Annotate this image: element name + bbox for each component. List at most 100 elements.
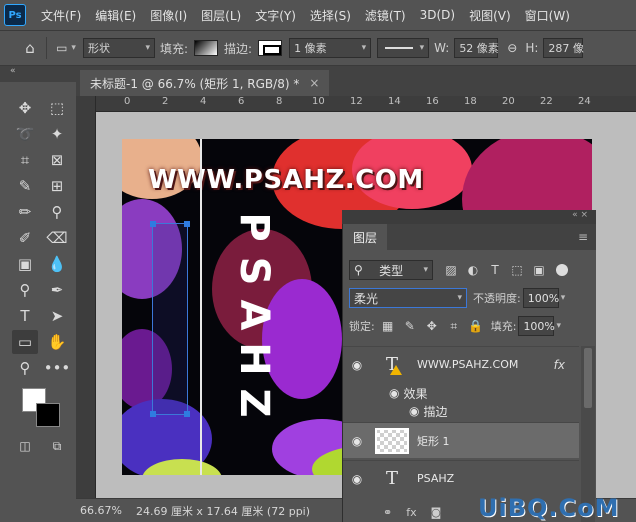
layer-row[interactable]: ◉ T PSAHZ	[343, 460, 579, 496]
lock-transparent-icon[interactable]: ▦	[380, 318, 396, 334]
filter-pixel-icon[interactable]: ▨	[443, 262, 459, 278]
selected-rectangle-shape[interactable]	[150, 221, 190, 417]
fill-dropdown-icon[interactable]: ▾	[556, 321, 561, 331]
document-tab[interactable]: 未标题-1 @ 66.7% (矩形 1, RGB/8) * ×	[80, 70, 330, 96]
type-tool-icon[interactable]: T	[12, 304, 38, 328]
path-select-tool-icon[interactable]: ➤	[44, 304, 70, 328]
panel-collapse[interactable]: « ×	[342, 210, 596, 224]
hand-tool-icon[interactable]: ✋	[44, 330, 70, 354]
zoom-level[interactable]: 66.67%	[80, 504, 122, 517]
ruler-tick: 20	[502, 96, 515, 107]
layer-filter-select[interactable]: ⚲ 类型 ▾	[349, 260, 433, 280]
visibility-eye-icon[interactable]: ◉	[343, 434, 371, 448]
layers-panel: 图层 ≡ ⚲ 类型 ▾ ▨ ◐ T ⬚ ▣ 柔光 ▾ 不透明度: 100% ▾ 锁定:…	[342, 224, 596, 522]
add-layer-style-icon[interactable]: fx	[406, 506, 416, 519]
move-tool-icon[interactable]: ✥	[12, 96, 38, 120]
menu-3d[interactable]: 3D(D)	[413, 8, 462, 22]
dodge-tool-icon[interactable]: ⚲	[12, 278, 38, 302]
filter-type-icon[interactable]: T	[487, 262, 503, 278]
zoom-tool-icon[interactable]: ⚲	[12, 356, 38, 380]
stroke-label: 描边:	[224, 41, 253, 56]
magic-wand-tool-icon[interactable]: ✦	[44, 122, 70, 146]
opacity-field[interactable]: 100%	[522, 288, 559, 308]
link-dimensions-icon[interactable]: ⊖	[504, 40, 520, 56]
blend-mode-select[interactable]: 柔光 ▾	[349, 288, 467, 308]
opacity-dropdown-icon[interactable]: ▾	[561, 293, 566, 303]
filter-toggle-icon[interactable]	[556, 264, 568, 276]
home-icon[interactable]: ⌂	[22, 39, 38, 57]
menu-window[interactable]: 窗口(W)	[518, 7, 577, 24]
history-brush-tool-icon[interactable]: ✐	[12, 226, 38, 250]
menu-image[interactable]: 图像(I)	[143, 7, 194, 24]
menu-view[interactable]: 视图(V)	[462, 7, 518, 24]
effects-label: 效果	[403, 386, 428, 401]
effects-row[interactable]: ◉ 效果	[389, 384, 428, 402]
lock-all-icon[interactable]: 🔒	[468, 318, 484, 334]
stroke-width-select[interactable]: 1 像素 ▾	[289, 38, 372, 58]
object-select-tool-icon[interactable]: ⊞	[44, 174, 70, 198]
layers-panel-tabbar: 图层 ≡	[343, 224, 596, 250]
stroke-line-sample	[385, 47, 413, 49]
panel-menu-icon[interactable]: ≡	[578, 230, 596, 250]
filter-adjustment-icon[interactable]: ◐	[465, 262, 481, 278]
menu-type[interactable]: 文字(Y)	[248, 7, 303, 24]
document-tab-title: 未标题-1 @ 66.7% (矩形 1, RGB/8) *	[90, 76, 300, 91]
visibility-eye-icon[interactable]: ◉	[343, 472, 371, 486]
menu-select[interactable]: 选择(S)	[303, 7, 358, 24]
stroke-type-select[interactable]: ▾	[377, 38, 430, 58]
layer-name: WWW.PSAHZ.COM	[417, 358, 519, 371]
fill-swatch[interactable]	[194, 40, 219, 56]
effects-eye-icon[interactable]: ◉	[389, 386, 399, 400]
menu-filter[interactable]: 滤镜(T)	[358, 7, 413, 24]
transform-handle[interactable]	[184, 411, 190, 417]
marquee-tool-icon[interactable]: ⬚	[44, 96, 70, 120]
lasso-tool-icon[interactable]: ➰	[12, 122, 38, 146]
fill-opacity-field[interactable]: 100%	[518, 316, 555, 336]
toolbar-collapse[interactable]: «	[0, 66, 76, 82]
lock-image-icon[interactable]: ✎	[402, 318, 418, 334]
pen-tool-icon[interactable]: ✒	[44, 278, 70, 302]
layer-row[interactable]: ◉ T WWW.PSAHZ.COM fx	[343, 346, 579, 382]
stroke-effect-row[interactable]: ◉ 描边	[409, 402, 448, 420]
height-field[interactable]: 287 像	[543, 38, 584, 58]
add-mask-icon[interactable]: ◙	[431, 506, 442, 519]
transform-handle[interactable]	[150, 221, 156, 227]
stroke-effect-eye-icon[interactable]: ◉	[409, 404, 419, 418]
quick-mask-icon[interactable]: ◫	[12, 434, 38, 458]
eraser-tool-icon[interactable]: ⌫	[44, 226, 70, 250]
lock-position-icon[interactable]: ✥	[424, 318, 440, 334]
lock-artboard-icon[interactable]: ⌗	[446, 318, 462, 334]
width-field[interactable]: 52 像素	[454, 38, 499, 58]
frame-tool-icon[interactable]: ⊠	[44, 148, 70, 172]
stamp-tool-icon[interactable]: ⚲	[44, 200, 70, 224]
gradient-tool-icon[interactable]: ▣	[12, 252, 38, 276]
layer-effects-icon[interactable]: fx	[554, 358, 565, 372]
transform-handle[interactable]	[150, 411, 156, 417]
screen-mode-icon[interactable]: ⧉	[44, 434, 70, 458]
tool-mode-select[interactable]: 形状 ▾	[83, 38, 155, 58]
stroke-swatch[interactable]	[258, 40, 283, 56]
filter-smart-object-icon[interactable]: ▣	[531, 262, 547, 278]
menu-edit[interactable]: 编辑(E)	[88, 7, 143, 24]
close-tab-icon[interactable]: ×	[309, 76, 319, 90]
blur-tool-icon[interactable]: 💧	[44, 252, 70, 276]
transform-handle[interactable]	[184, 221, 190, 227]
rectangle-tool-icon[interactable]: ▭	[12, 330, 38, 354]
ruler-tick: 22	[540, 96, 553, 107]
shape-tool-preset-icon[interactable]: ▭ ▾	[55, 40, 77, 56]
link-layers-icon[interactable]: ⚭	[383, 506, 392, 519]
scrollbar-thumb[interactable]	[584, 348, 592, 408]
menu-layer[interactable]: 图层(L)	[194, 7, 248, 24]
brush-tool-icon[interactable]: ✏	[12, 200, 38, 224]
opacity-label: 不透明度:	[473, 292, 521, 305]
filter-shape-icon[interactable]: ⬚	[509, 262, 525, 278]
visibility-eye-icon[interactable]: ◉	[343, 358, 371, 372]
background-color-swatch[interactable]	[36, 403, 60, 427]
layers-tab[interactable]: 图层	[343, 224, 388, 250]
more-tools-icon[interactable]: •••	[44, 356, 71, 380]
menu-file[interactable]: 文件(F)	[34, 7, 88, 24]
eyedropper-tool-icon[interactable]: ✎	[12, 174, 38, 198]
crop-tool-icon[interactable]: ⌗	[12, 148, 38, 172]
ruler-tick: 18	[464, 96, 477, 107]
layer-row[interactable]: ◉ 矩形 1	[343, 422, 579, 458]
